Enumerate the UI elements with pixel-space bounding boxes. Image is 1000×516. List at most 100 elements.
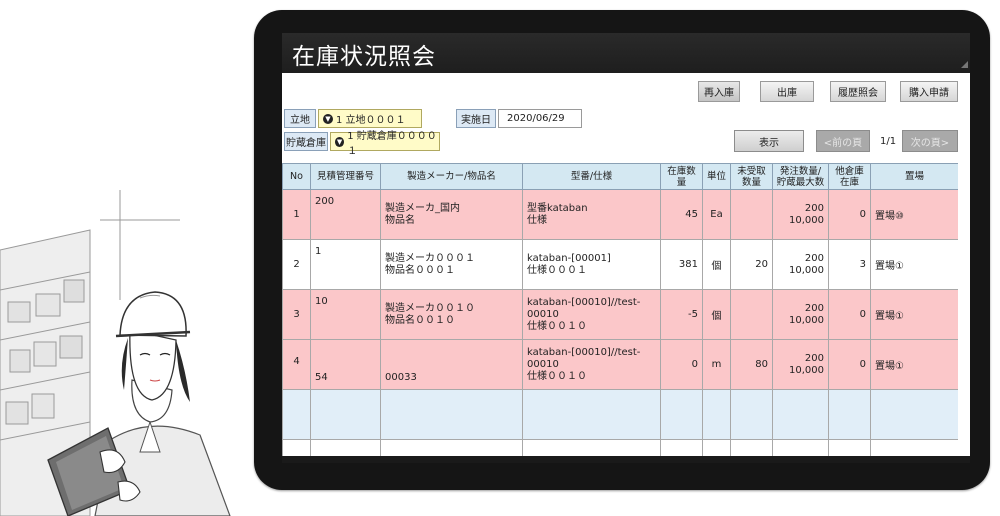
cell-spec: 仕様００１０ [527,320,587,332]
cell-model: 型番kataban [527,202,588,214]
cell-model-spec: kataban-[00010]//test-00010 仕様００１０ [522,339,661,390]
cell-estimate: 10 [310,289,381,340]
cell-maker: 製造メーカ_国内 [385,202,460,214]
filter-panel: 立地 ▼ 1 立地０００１ 実施日 2020/06/29 貯蔵倉庫 ▼ 1 貯蔵… [282,105,970,157]
cell-place: 置場⑩ [870,189,958,240]
cell-unit: 個 [702,239,731,290]
cell-order: 200 10,000 [772,239,829,290]
cell-other: 0 [828,189,871,240]
empty-cell [522,389,661,440]
cell-order-qty: 200 [804,252,824,264]
cell-estimate: 54 [310,339,381,390]
warehouse-select[interactable]: ▼ 1 貯蔵倉庫００００１ [330,131,440,157]
cell-maker: 製造メーカ０００１ [385,252,475,264]
col-header-model-spec[interactable]: 型番/仕様 [522,163,661,190]
cell-order-qty: 200 [804,352,824,364]
table-row[interactable]: 2 1 製造メーカ０００１ 物品名０００１ kataban-[00001] 仕様００… [282,239,958,290]
chevron-down-icon: ▼ [335,136,345,147]
issue-button[interactable]: 出庫 [760,81,814,102]
cell-unreceived [730,189,773,240]
empty-cell [870,389,958,440]
cell-order-qty: 200 [804,202,824,214]
table-row[interactable]: 1 200 製造メーカ_国内 物品名 型番kataban 仕様 45 Ea 200 1… [282,189,958,240]
display-button[interactable]: 表示 [734,130,804,152]
col-header-place[interactable]: 置場 [870,163,958,190]
cell-maker: 製造メーカ００１０ [385,302,475,314]
next-page-button[interactable]: 次の頁> [902,130,958,152]
cell-spec: 仕様 [527,214,547,226]
cell-estimate: 1 [310,239,381,290]
inventory-table: No 見積管理番号 製造メーカー/物品名 型番/仕様 在庫数量 単位 未受取 数量… [282,163,958,463]
cell-model-spec: kataban-[00001] 仕様０００１ [522,239,661,290]
cell-item: 物品名０００１ [385,264,455,276]
table-row-empty[interactable] [282,389,958,440]
app-screen: 在庫状況照会 再入庫 出庫 履歴照会 購入申請 立地 ▼ 1 立地０００１ 実施… [282,33,970,463]
location-select[interactable]: ▼ 1 立地０００１ [318,109,422,128]
location-label: 立地 [284,109,316,128]
empty-cell [702,389,731,440]
col-header-maker-item[interactable]: 製造メーカー/物品名 [380,163,523,190]
cell-item: 物品名 [385,214,415,226]
cell-max-qty: 10,000 [789,314,824,326]
empty-cell [282,389,311,440]
cell-maker-item: 製造メーカ０００１ 物品名０００１ [380,239,523,290]
cell-no: 2 [282,239,311,290]
cell-stock: 381 [660,239,703,290]
empty-cell [380,389,523,440]
empty-cell [772,389,829,440]
cell-max-qty: 10,000 [789,214,824,226]
cell-stock: 45 [660,189,703,240]
cell-spec: 仕様００１０ [527,370,587,382]
toolbar: 再入庫 出庫 履歴照会 購入申請 [282,81,970,103]
cell-model-spec: kataban-[00010]//test-00010 仕様００１０ [522,289,661,340]
date-label: 実施日 [456,109,496,128]
cell-item: 物品名００１０ [385,314,455,326]
col-header-estimate[interactable]: 見積管理番号 [310,163,381,190]
cell-place: 置場① [870,239,958,290]
cell-spec: 仕様０００１ [527,264,587,276]
purchase-request-button[interactable]: 購入申請 [900,81,958,102]
col-header-stock[interactable]: 在庫数量 [660,163,703,190]
col-header-unreceived[interactable]: 未受取 数量 [730,163,773,190]
warehouse-select-value: 1 貯蔵倉庫００００１ [347,130,437,157]
restock-button[interactable]: 再入庫 [698,81,740,102]
screen-bottom-bezel [282,456,970,463]
cell-stock: 0 [660,339,703,390]
cell-item: 00033 [385,372,417,383]
col-header-unit[interactable]: 単位 [702,163,731,190]
location-select-value: 1 立地０００１ [336,115,406,126]
prev-page-button[interactable]: <前の頁 [816,130,870,152]
page-indicator: 1/1 [880,136,897,147]
col-header-other[interactable]: 他倉庫 在庫 [828,163,871,190]
cell-order: 200 10,000 [772,289,829,340]
cell-other: 0 [828,289,871,340]
col-header-order-line2: 貯蔵最大数 [776,176,825,188]
resize-grip-icon[interactable] [961,61,968,68]
cell-unreceived: 80 [730,339,773,390]
cell-max-qty: 10,000 [789,264,824,276]
cell-other: 0 [828,339,871,390]
date-field[interactable]: 2020/06/29 [498,109,582,128]
empty-cell [310,389,381,440]
cell-model: kataban-[00010]//test-00010 [527,346,641,370]
col-header-unreceived-line2: 数量 [741,176,761,188]
cell-no: 4 [282,339,311,390]
table-row[interactable]: 3 10 製造メーカ００１０ 物品名００１０ kataban-[00010]//t… [282,289,958,340]
empty-cell [730,389,773,440]
cell-unit: m [702,339,731,390]
cell-place: 置場① [870,289,958,340]
cell-order: 200 10,000 [772,339,829,390]
cell-order-qty: 200 [804,302,824,314]
cell-maker-item: 製造メーカ_国内 物品名 [380,189,523,240]
col-header-no[interactable]: No [282,163,311,190]
cell-model: kataban-[00010]//test-00010 [527,296,641,320]
table-row[interactable]: 4 54 00033 kataban-[00010]//test-00010 仕様… [282,339,958,390]
col-header-other-line1: 他倉庫 [835,165,864,177]
cell-unit: Ea [702,189,731,240]
col-header-order[interactable]: 発注数量/貯蔵最大数 [772,163,829,190]
history-button[interactable]: 履歴照会 [830,81,886,102]
chevron-down-icon: ▼ [323,113,333,124]
empty-cell [660,389,703,440]
col-header-order-line1: 発注数量/ [779,165,822,177]
cell-unit: 個 [702,289,731,340]
